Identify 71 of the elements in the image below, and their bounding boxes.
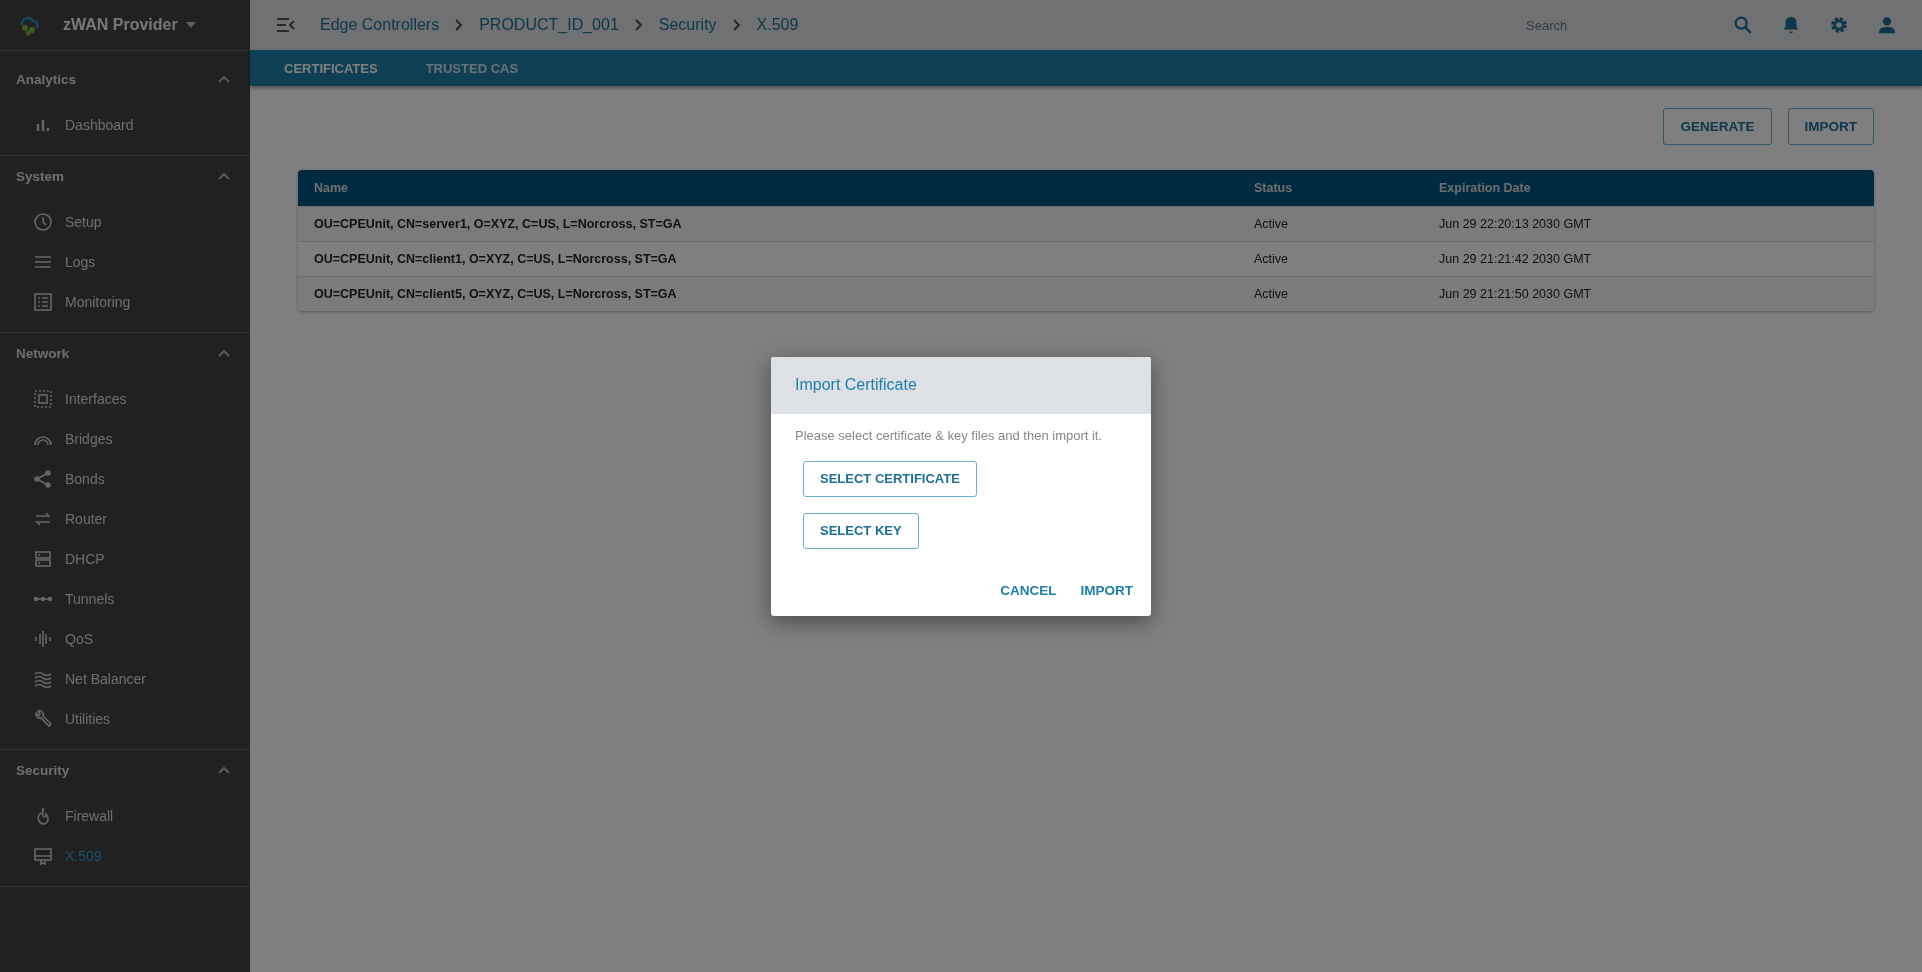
section-title: Analytics	[16, 71, 77, 87]
search-field[interactable]: Search	[1524, 16, 1678, 34]
table-row[interactable]: OU=CPEUnit, CN=client5, O=XYZ, C=US, L=Norcross, ST=GA Active Jun 29 21:21:50 2030 GMT	[298, 276, 1874, 311]
menu-collapse-icon[interactable]	[276, 17, 296, 33]
search-icon[interactable]	[1732, 14, 1754, 36]
nav-item[interactable]: Logs	[0, 242, 250, 282]
nav-item[interactable]: X.509	[0, 836, 250, 876]
table-cell-text: Active	[1253, 217, 1290, 231]
tab[interactable]: CERTIFICATES	[260, 50, 402, 86]
file-select-button[interactable]: SELECT CERTIFICATE	[803, 460, 977, 497]
user-icon[interactable]	[1876, 14, 1898, 36]
certificate-icon	[33, 846, 53, 866]
nav-item[interactable]: Bonds	[0, 459, 250, 499]
nav-item[interactable]: Tunnels	[0, 579, 250, 619]
section-title: Network	[16, 345, 70, 361]
chevron-right-icon	[732, 19, 741, 31]
nav-item[interactable]: Monitoring	[0, 282, 250, 322]
nav-item[interactable]: QoS	[0, 619, 250, 659]
breadcrumb-link[interactable]: PRODUCT_ID_001	[479, 16, 619, 34]
breadcrumb-link[interactable]: X.509	[756, 16, 799, 34]
nav-item[interactable]: Interfaces	[0, 379, 250, 419]
chevron-icon[interactable]	[218, 172, 230, 180]
nav-item[interactable]: Firewall	[0, 796, 250, 836]
chevron-right-icon	[455, 19, 464, 31]
table-cell-text: OU=CPEUnit, CN=server1, O=XYZ, C=US, L=Norcross, ST=GA	[313, 217, 683, 231]
list-icon	[33, 292, 53, 312]
nav-item[interactable]: Bridges	[0, 419, 250, 459]
provider-dropdown[interactable]: zWAN Provider	[63, 16, 196, 34]
table-cell-text: Jun 29 22:20:13 2030 GMT	[1438, 217, 1593, 231]
nav-item[interactable]: Router	[0, 499, 250, 539]
column-header: Expiration Date	[1438, 181, 1532, 195]
dotted-square-icon	[33, 389, 53, 409]
action-button[interactable]: GENERATE	[1663, 108, 1772, 145]
column-header: Status	[1253, 181, 1294, 195]
nav-item[interactable]: Net Balancer	[0, 659, 250, 699]
nav-item[interactable]: DHCP	[0, 539, 250, 579]
caret-icon	[185, 22, 196, 28]
file-select-button[interactable]: SELECT KEY	[803, 512, 919, 549]
nav-item[interactable]: Dashboard	[0, 105, 250, 145]
action-button[interactable]: IMPORT	[1787, 108, 1874, 145]
dialog-button[interactable]: CANCEL	[992, 576, 1065, 604]
nav-item[interactable]: Setup	[0, 202, 250, 242]
clock-icon	[33, 212, 53, 232]
table-cell-text: Active	[1253, 287, 1290, 301]
table-cell-text: Jun 29 21:21:50 2030 GMT	[1438, 287, 1593, 301]
chevron-icon[interactable]	[218, 766, 230, 774]
table-cell-text: OU=CPEUnit, CN=client5, O=XYZ, C=US, L=Norcross, ST=GA	[313, 287, 678, 301]
chevron-icon[interactable]	[218, 349, 230, 357]
nav-item[interactable]: Utilities	[0, 699, 250, 739]
table-cell-text: OU=CPEUnit, CN=client1, O=XYZ, C=US, L=Norcross, ST=GA	[313, 252, 678, 266]
server-icon	[33, 549, 53, 569]
table-row[interactable]: OU=CPEUnit, CN=client1, O=XYZ, C=US, L=Norcross, ST=GA Active Jun 29 21:21:42 2030 GMT	[298, 241, 1874, 276]
column-header: Name	[313, 181, 350, 195]
table-cell-text: Active	[1253, 252, 1290, 266]
dialog-button[interactable]: IMPORT	[1072, 576, 1141, 604]
table-cell-text: Jun 29 21:21:42 2030 GMT	[1438, 252, 1593, 266]
wrench-icon	[33, 709, 53, 729]
table-row[interactable]: OU=CPEUnit, CN=server1, O=XYZ, C=US, L=Norcross, ST=GA Active Jun 29 22:20:13 2030 GMT	[298, 206, 1874, 241]
section-title: System	[16, 168, 65, 184]
breadcrumb-link[interactable]: Edge Controllers	[320, 16, 440, 34]
share-icon	[33, 469, 53, 489]
dialog-message: Please select certificate & key files and then import it.	[795, 427, 1104, 443]
breadcrumb-link[interactable]: Security	[658, 16, 717, 34]
chevron-icon[interactable]	[218, 75, 230, 83]
chevron-right-icon	[634, 19, 643, 31]
waves-icon	[33, 669, 53, 689]
settings-icon[interactable]	[1828, 14, 1850, 36]
section-title: Security	[16, 762, 70, 778]
sound-wave-icon	[33, 629, 53, 649]
dialog-title: Import Certificate	[795, 376, 917, 394]
tab[interactable]: TRUSTED CAS	[401, 50, 543, 86]
